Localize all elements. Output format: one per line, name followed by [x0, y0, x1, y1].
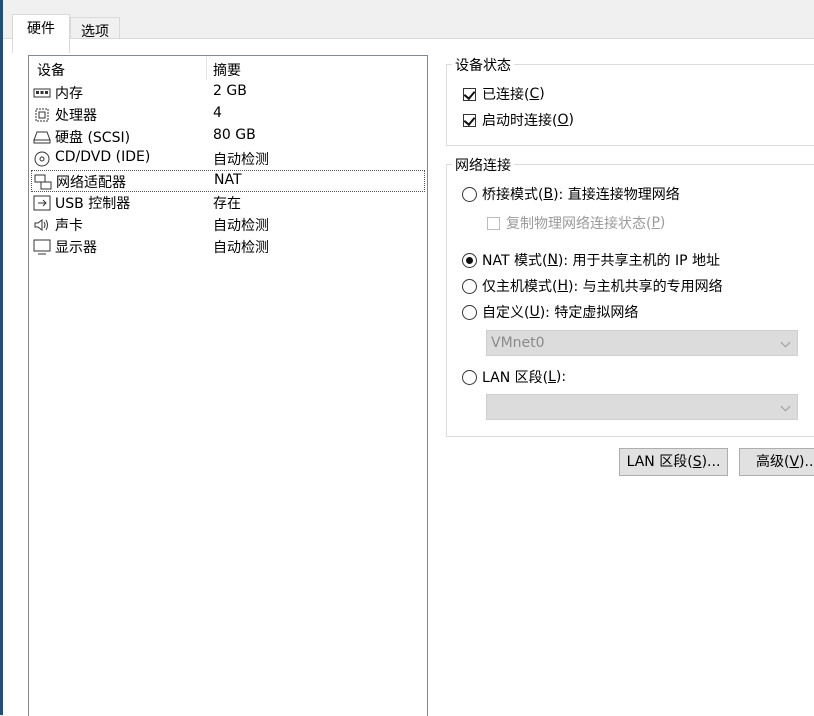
- device-status-title: 设备状态: [452, 55, 514, 75]
- label-text: 启动时连接(: [482, 113, 558, 129]
- device-row-sound-card[interactable]: 声卡 自动检测: [29, 214, 425, 236]
- network-connection-title: 网络连接: [452, 155, 514, 175]
- device-row-usb[interactable]: USB 控制器 存在: [29, 192, 425, 214]
- device-name: 硬盘 (SCSI): [55, 130, 131, 146]
- device-row-cd-dvd[interactable]: CD/DVD (IDE) 自动检测: [29, 148, 425, 170]
- tab-hardware-label: 硬件: [27, 21, 55, 37]
- checkbox-box: [463, 113, 476, 127]
- access-key: V: [789, 454, 800, 470]
- label-tail: )...: [701, 454, 721, 470]
- device-name: 处理器: [55, 108, 97, 124]
- access-key: S: [692, 454, 702, 470]
- radio-circle: [462, 304, 477, 320]
- label-tail: ): [568, 112, 574, 128]
- processor-icon: [35, 108, 49, 122]
- label-tail: ): [539, 86, 545, 102]
- device-list[interactable]: 设备 摘要 内存 2 GB 处理器 4 硬盘 (SCSI) 80 GB CD/D…: [28, 55, 428, 716]
- label-tail: )...: [799, 454, 814, 470]
- label-text: 自定义(: [482, 305, 530, 321]
- custom-network-value: VMnet0: [491, 335, 545, 351]
- radio-circle: [462, 278, 477, 294]
- device-row-memory[interactable]: 内存 2 GB: [29, 82, 425, 104]
- device-name: 网络适配器: [56, 175, 126, 191]
- device-name: CD/DVD (IDE): [55, 149, 151, 165]
- label-text: LAN 区段(: [482, 370, 549, 386]
- label-tail: ):: [555, 369, 567, 385]
- memory-icon: [33, 88, 51, 98]
- checkbox-box: [463, 87, 476, 101]
- lan-segments-button[interactable]: LAN 区段(S)...: [619, 448, 728, 476]
- label-text: 桥接模式(: [482, 187, 544, 203]
- label-text: 仅主机模式(: [482, 279, 558, 295]
- access-key: B: [543, 186, 554, 202]
- device-summary: 80 GB: [213, 127, 256, 143]
- connect-at-power-on-checkbox[interactable]: 启动时连接(O): [463, 110, 574, 130]
- device-name: USB 控制器: [55, 196, 131, 212]
- radio-circle: [462, 186, 477, 202]
- check-mark-icon: [463, 87, 476, 100]
- label-text: NAT 模式(: [482, 253, 548, 269]
- lan-segment-radio[interactable]: LAN 区段(L):: [462, 367, 566, 387]
- nat-radio[interactable]: NAT 模式(N): 用于共享主机的 IP 地址: [462, 250, 720, 270]
- device-summary: 2 GB: [213, 83, 247, 99]
- device-status-group: [446, 64, 814, 146]
- device-row-network-adapter[interactable]: 网络适配器 NAT: [31, 170, 425, 192]
- host-only-radio[interactable]: 仅主机模式(H): 与主机共享的专用网络: [462, 276, 723, 296]
- label-tail: ): 特定虚拟网络: [539, 305, 639, 321]
- label-tail: ): [659, 215, 666, 231]
- device-row-display[interactable]: 显示器 自动检测: [29, 236, 425, 258]
- device-name: 声卡: [55, 218, 83, 234]
- display-icon: [33, 239, 51, 255]
- device-summary: 存在: [213, 196, 241, 212]
- usb-icon: [33, 195, 51, 211]
- advanced-button[interactable]: 高级(V)...: [739, 448, 814, 476]
- device-summary: 自动检测: [213, 240, 269, 256]
- access-key: N: [547, 252, 558, 268]
- radio-circle: [462, 369, 477, 385]
- checkbox-box: [487, 216, 500, 230]
- label-text: 高级(: [756, 454, 790, 470]
- device-summary: 自动检测: [213, 152, 269, 168]
- label-tail: ): 用于共享主机的 IP 地址: [557, 253, 721, 269]
- radio-circle: [462, 252, 477, 268]
- device-row-processor[interactable]: 处理器 4: [29, 104, 425, 126]
- device-name: 显示器: [55, 240, 97, 256]
- hard-disk-icon: [33, 131, 51, 144]
- lan-segment-select[interactable]: [486, 394, 798, 420]
- column-header-device[interactable]: 设备: [37, 60, 65, 80]
- bridged-radio[interactable]: 桥接模式(B): 直接连接物理网络: [462, 184, 680, 204]
- network-adapter-icon: [34, 174, 52, 190]
- cd-dvd-icon: [34, 151, 50, 167]
- access-key: C: [529, 86, 540, 102]
- column-divider[interactable]: [206, 56, 207, 80]
- device-summary: 4: [213, 105, 222, 121]
- check-mark-icon: [463, 113, 476, 126]
- tab-options[interactable]: 选项: [70, 17, 120, 40]
- access-key: H: [557, 278, 568, 294]
- chevron-down-icon: [780, 401, 791, 412]
- label-tail: ): 与主机共享的专用网络: [568, 279, 723, 295]
- device-summary: NAT: [214, 172, 242, 188]
- label-tail: ): 直接连接物理网络: [553, 187, 680, 203]
- access-key: L: [548, 369, 556, 385]
- access-key: P: [651, 215, 660, 231]
- sound-card-icon: [34, 219, 48, 231]
- access-key: O: [557, 112, 569, 128]
- chevron-down-icon: [780, 337, 791, 348]
- device-row-hard-disk[interactable]: 硬盘 (SCSI) 80 GB: [29, 126, 425, 148]
- device-name: 内存: [55, 86, 83, 102]
- connected-checkbox[interactable]: 已连接(C): [463, 84, 545, 104]
- column-header-summary[interactable]: 摘要: [213, 60, 241, 80]
- tab-strip: 硬件 选项: [3, 0, 814, 53]
- device-summary: 自动检测: [213, 218, 269, 234]
- label-text: 复制物理网络连接状态(: [506, 216, 652, 232]
- label-text: LAN 区段(: [626, 454, 693, 470]
- access-key: U: [529, 304, 540, 320]
- label-text: 已连接(: [482, 87, 530, 103]
- tab-hardware[interactable]: 硬件: [12, 14, 70, 53]
- custom-network-select[interactable]: VMnet0: [486, 330, 798, 356]
- replicate-physical-state-checkbox[interactable]: 复制物理网络连接状态(P): [487, 213, 665, 233]
- custom-radio[interactable]: 自定义(U): 特定虚拟网络: [462, 302, 638, 322]
